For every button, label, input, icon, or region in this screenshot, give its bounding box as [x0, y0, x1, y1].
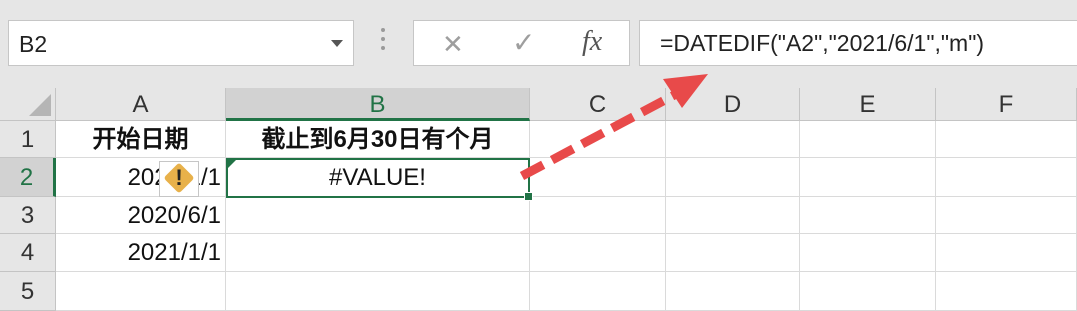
annotation-arrow-icon: [519, 74, 708, 180]
